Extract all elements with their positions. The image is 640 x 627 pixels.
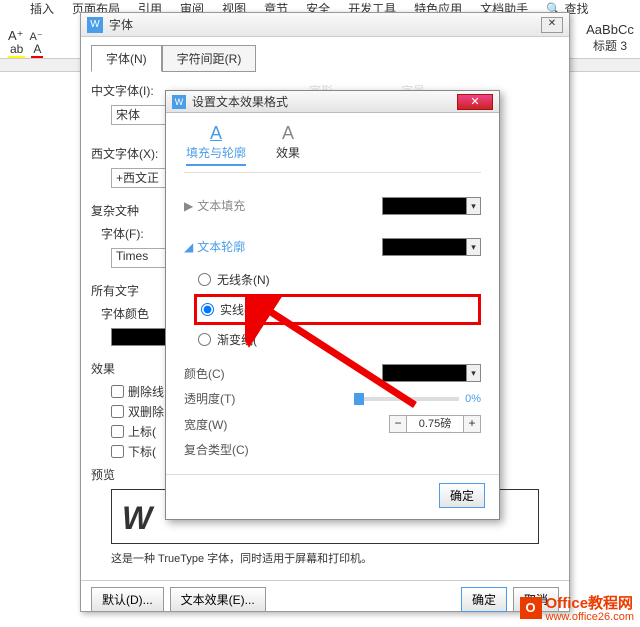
font-color-icon[interactable]: A <box>31 42 43 59</box>
dbl-strike-label: 双删除 <box>128 403 164 420</box>
subscript-checkbox[interactable] <box>111 445 124 458</box>
font-dialog-footer: 默认(D)... 文本效果(E)... 确定 取消 <box>81 580 569 618</box>
close-button[interactable]: ✕ <box>457 94 493 110</box>
ok-button[interactable]: 确定 <box>439 483 485 508</box>
text-effect-button[interactable]: 文本效果(E)... <box>170 587 266 612</box>
tab-fill-outline[interactable]: A 填充与轮廓 <box>186 123 246 166</box>
outline-solid-radio[interactable]: 实线(S) <box>201 301 474 318</box>
font-color-swatch[interactable] <box>111 328 166 346</box>
dropdown-icon[interactable]: ▾ <box>467 238 481 256</box>
text-outline-swatch[interactable] <box>382 238 467 256</box>
dropdown-icon[interactable]: ▾ <box>467 364 481 382</box>
cn-font-select[interactable]: 宋体 <box>111 105 171 125</box>
style-name: 标题 3 <box>580 37 640 54</box>
text-effect-dialog: W 设置文本效果格式 ✕ A 填充与轮廓 A 效果 ▶ 文本填充 ▾ ◢ 文本轮… <box>165 90 500 520</box>
outline-gradient-radio[interactable]: 渐变线( <box>198 331 481 348</box>
transparency-value: 0% <box>465 393 481 405</box>
tab-effects[interactable]: A 效果 <box>276 123 300 166</box>
close-button[interactable]: ✕ <box>541 17 563 33</box>
font-shrink-icon[interactable]: A⁻ <box>30 30 43 43</box>
font-dialog-tabs: 字体(N) 字符间距(R) <box>91 45 559 72</box>
preview-text: W <box>122 500 152 537</box>
tab-font[interactable]: 字体(N) <box>91 45 162 72</box>
dropdown-icon[interactable]: ▾ <box>467 197 481 215</box>
style-preview: AaBbCc <box>580 22 640 37</box>
dialog-title: 字体 <box>109 16 133 33</box>
letter-a-outline-icon: A <box>276 123 300 144</box>
text-fill-swatch[interactable] <box>382 197 467 215</box>
font-dialog-titlebar: W 字体 ✕ <box>81 13 569 37</box>
menu-item[interactable]: 插入 <box>30 0 54 18</box>
subscript-label: 下标( <box>128 443 156 460</box>
office-logo-icon: O <box>520 597 542 619</box>
watermark-title: Office教程网 <box>546 592 634 613</box>
ok-button[interactable]: 确定 <box>461 587 507 612</box>
watermark-url: www.office26.com <box>546 611 634 623</box>
annotation-highlight-box: 实线(S) <box>194 294 481 325</box>
text-outline-group[interactable]: ◢ 文本轮廓 <box>184 238 245 255</box>
highlight-icon[interactable]: ab <box>8 42 25 59</box>
compound-label: 复合类型(C) <box>184 441 249 458</box>
dialog-title: 设置文本效果格式 <box>192 93 288 110</box>
increment-button[interactable]: + <box>463 415 481 433</box>
effect-dialog-tabs: A 填充与轮廓 A 效果 <box>166 113 499 166</box>
width-spinner[interactable]: − 0.75磅 + <box>389 415 481 433</box>
decrement-button[interactable]: − <box>389 415 407 433</box>
truetype-note: 这是一种 TrueType 字体，同时适用于屏幕和打印机。 <box>111 550 539 566</box>
superscript-checkbox[interactable] <box>111 425 124 438</box>
style-gallery-item[interactable]: AaBbCc 标题 3 <box>580 22 640 54</box>
app-icon: W <box>172 95 186 109</box>
width-label: 宽度(W) <box>184 416 227 433</box>
width-value[interactable]: 0.75磅 <box>407 415 463 433</box>
effect-dialog-titlebar: W 设置文本效果格式 ✕ <box>166 91 499 113</box>
color-label: 颜色(C) <box>184 365 225 382</box>
text-fill-group[interactable]: ▶ 文本填充 <box>184 197 245 214</box>
transparency-slider[interactable] <box>354 397 459 401</box>
strike-label: 删除线 <box>128 383 164 400</box>
strike-checkbox[interactable] <box>111 385 124 398</box>
app-icon: W <box>87 17 103 33</box>
superscript-label: 上标( <box>128 423 156 440</box>
outline-none-radio[interactable]: 无线条(N) <box>198 271 481 288</box>
dbl-strike-checkbox[interactable] <box>111 405 124 418</box>
watermark: O Office教程网 www.office26.com <box>520 592 634 623</box>
transparency-label: 透明度(T) <box>184 390 235 407</box>
tab-spacing[interactable]: 字符间距(R) <box>162 45 257 72</box>
default-button[interactable]: 默认(D)... <box>91 587 164 612</box>
outline-color-swatch[interactable] <box>382 364 467 382</box>
west-font-select[interactable]: +西文正 <box>111 168 171 188</box>
complex-font-select[interactable]: Times <box>111 248 171 268</box>
letter-a-icon: A <box>186 123 246 144</box>
